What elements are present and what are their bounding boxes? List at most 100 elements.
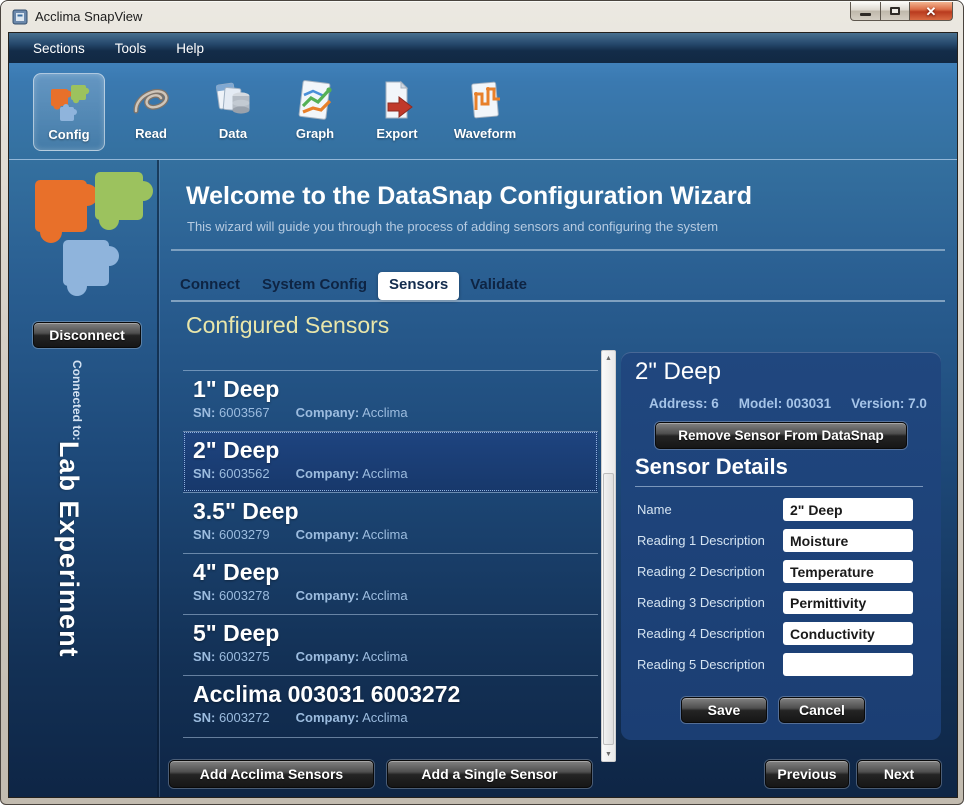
next-label: Next — [884, 766, 914, 782]
remove-sensor-button[interactable]: Remove Sensor From DataSnap — [655, 422, 907, 449]
toolbar: Config Read Data — [9, 63, 957, 160]
toolbar-read-label: Read — [135, 126, 167, 141]
minimize-button[interactable] — [850, 2, 881, 21]
tab-validate[interactable]: Validate — [459, 272, 538, 300]
menu-help[interactable]: Help — [176, 41, 204, 56]
maximize-icon — [890, 7, 900, 15]
reading3-field-label: Reading 3 Description — [637, 595, 783, 610]
sensor-list-scrollbar[interactable]: ▲ ▼ — [601, 350, 616, 762]
field-row-reading4: Reading 4 Description — [637, 618, 927, 649]
sensor-version: Version: 7.0 — [851, 396, 927, 411]
add-acclima-sensors-button[interactable]: Add Acclima Sensors — [169, 760, 374, 788]
cancel-label: Cancel — [799, 702, 845, 718]
content-area: Disconnect Connected to: Lab Experiment … — [9, 160, 957, 798]
menu-sections[interactable]: Sections — [33, 41, 85, 56]
window-title: Acclima SnapView — [35, 9, 142, 24]
scroll-up-icon[interactable]: ▲ — [602, 351, 615, 365]
scrollbar-thumb[interactable] — [603, 473, 614, 745]
disconnect-button[interactable]: Disconnect — [33, 322, 141, 348]
tab-strip-line — [171, 300, 945, 302]
tab-connect[interactable]: Connect — [169, 272, 251, 300]
toolbar-waveform-button[interactable]: Waveform — [443, 73, 527, 151]
maximize-button[interactable] — [881, 2, 910, 21]
name-field[interactable] — [783, 498, 913, 521]
client-area: Sections Tools Help Config — [8, 32, 958, 798]
toolbar-graph-button[interactable]: Graph — [279, 73, 351, 151]
next-button[interactable]: Next — [857, 760, 941, 788]
previous-label: Previous — [777, 766, 836, 782]
field-row-name: Name — [637, 494, 927, 525]
disconnect-label: Disconnect — [49, 327, 124, 343]
toolbar-export-label: Export — [376, 126, 417, 141]
reading5-field-label: Reading 5 Description — [637, 657, 783, 672]
toolbar-data-button[interactable]: Data — [197, 73, 269, 151]
configured-sensors-heading: Configured Sensors — [186, 312, 389, 339]
sensor-list-item[interactable]: 3.5" Deep SN: 6003279Company: Acclima — [183, 492, 598, 553]
sensor-list-item-selected[interactable]: 2" Deep SN: 6003562Company: Acclima — [183, 431, 598, 492]
page-subtitle: This wizard will guide you through the p… — [187, 219, 718, 234]
menu-bar: Sections Tools Help — [9, 33, 957, 63]
toolbar-config-button[interactable]: Config — [33, 73, 105, 151]
reading1-field[interactable] — [783, 529, 913, 552]
tab-sensors[interactable]: Sensors — [378, 272, 459, 300]
connected-to-label: Connected to: — [53, 360, 84, 441]
database-icon — [211, 79, 255, 123]
selected-sensor-name: 2" Deep — [635, 358, 721, 386]
reading4-field[interactable] — [783, 622, 913, 645]
save-label: Save — [708, 702, 741, 718]
close-icon: ✕ — [926, 5, 937, 18]
sensor-subtitle: SN: 6003275Company: Acclima — [193, 649, 588, 664]
export-icon — [375, 79, 419, 123]
sidebar: Disconnect Connected to: Lab Experiment — [9, 160, 157, 798]
minimize-icon — [860, 13, 871, 16]
wizard-tabs: Connect System Config Sensors Validate — [169, 272, 538, 300]
puzzle-logo — [17, 168, 155, 338]
sensor-name: 3.5" Deep — [193, 497, 588, 526]
sensor-subtitle: SN: 6003562Company: Acclima — [193, 466, 588, 481]
sensor-subtitle: SN: 6003272Company: Acclima — [193, 710, 588, 725]
sensor-list-item[interactable]: 5" Deep SN: 6003275Company: Acclima — [183, 614, 598, 675]
toolbar-read-button[interactable]: Read — [115, 73, 187, 151]
field-row-reading2: Reading 2 Description — [637, 556, 927, 587]
sensor-detail-panel: 2" Deep Address: 6 Model: 003031 Version… — [621, 352, 941, 740]
reading3-field[interactable] — [783, 591, 913, 614]
previous-button[interactable]: Previous — [765, 760, 849, 788]
sensor-name: Acclima 003031 6003272 — [193, 680, 588, 709]
sensor-address: Address: 6 — [649, 396, 719, 411]
add-single-sensor-button[interactable]: Add a Single Sensor — [387, 760, 592, 788]
title-bar[interactable]: Acclima SnapView ✕ — [1, 1, 963, 32]
add-acclima-sensors-label: Add Acclima Sensors — [200, 766, 343, 782]
main-panel: Welcome to the DataSnap Configuration Wi… — [159, 160, 958, 798]
reading5-field[interactable] — [783, 653, 913, 676]
toolbar-export-button[interactable]: Export — [361, 73, 433, 151]
sensor-name: 2" Deep — [193, 436, 588, 465]
reading4-field-label: Reading 4 Description — [637, 626, 783, 641]
toolbar-config-label: Config — [48, 127, 89, 142]
sensor-meta: Address: 6 Model: 003031 Version: 7.0 — [649, 396, 927, 411]
sensor-subtitle: SN: 6003279Company: Acclima — [193, 527, 588, 542]
tab-system-config[interactable]: System Config — [251, 272, 378, 300]
save-button[interactable]: Save — [681, 697, 767, 723]
scroll-down-icon[interactable]: ▼ — [602, 747, 615, 761]
toolbar-waveform-label: Waveform — [454, 126, 516, 141]
waveform-icon — [463, 79, 507, 123]
sensor-list-item[interactable]: 1" Deep SN: 6003567Company: Acclima — [183, 370, 598, 431]
coil-icon — [129, 79, 173, 123]
app-icon — [12, 9, 28, 25]
sensor-details-heading: Sensor Details — [635, 454, 788, 480]
reading1-field-label: Reading 1 Description — [637, 533, 783, 548]
menu-tools[interactable]: Tools — [115, 41, 147, 56]
sensor-list-item[interactable]: Acclima 003031 6003272 SN: 6003272Compan… — [183, 675, 598, 738]
close-button[interactable]: ✕ — [910, 2, 953, 21]
field-row-reading3: Reading 3 Description — [637, 587, 927, 618]
toolbar-graph-label: Graph — [296, 126, 334, 141]
cancel-button[interactable]: Cancel — [779, 697, 865, 723]
sensor-list-item[interactable]: 4" Deep SN: 6003278Company: Acclima — [183, 553, 598, 614]
sensor-name: 4" Deep — [193, 558, 588, 587]
sensor-list: 1" Deep SN: 6003567Company: Acclima 2" D… — [183, 356, 598, 758]
reading2-field[interactable] — [783, 560, 913, 583]
sensor-subtitle: SN: 6003278Company: Acclima — [193, 588, 588, 603]
sensor-name: 5" Deep — [193, 619, 588, 648]
name-field-label: Name — [637, 502, 783, 517]
remove-sensor-label: Remove Sensor From DataSnap — [678, 428, 884, 443]
